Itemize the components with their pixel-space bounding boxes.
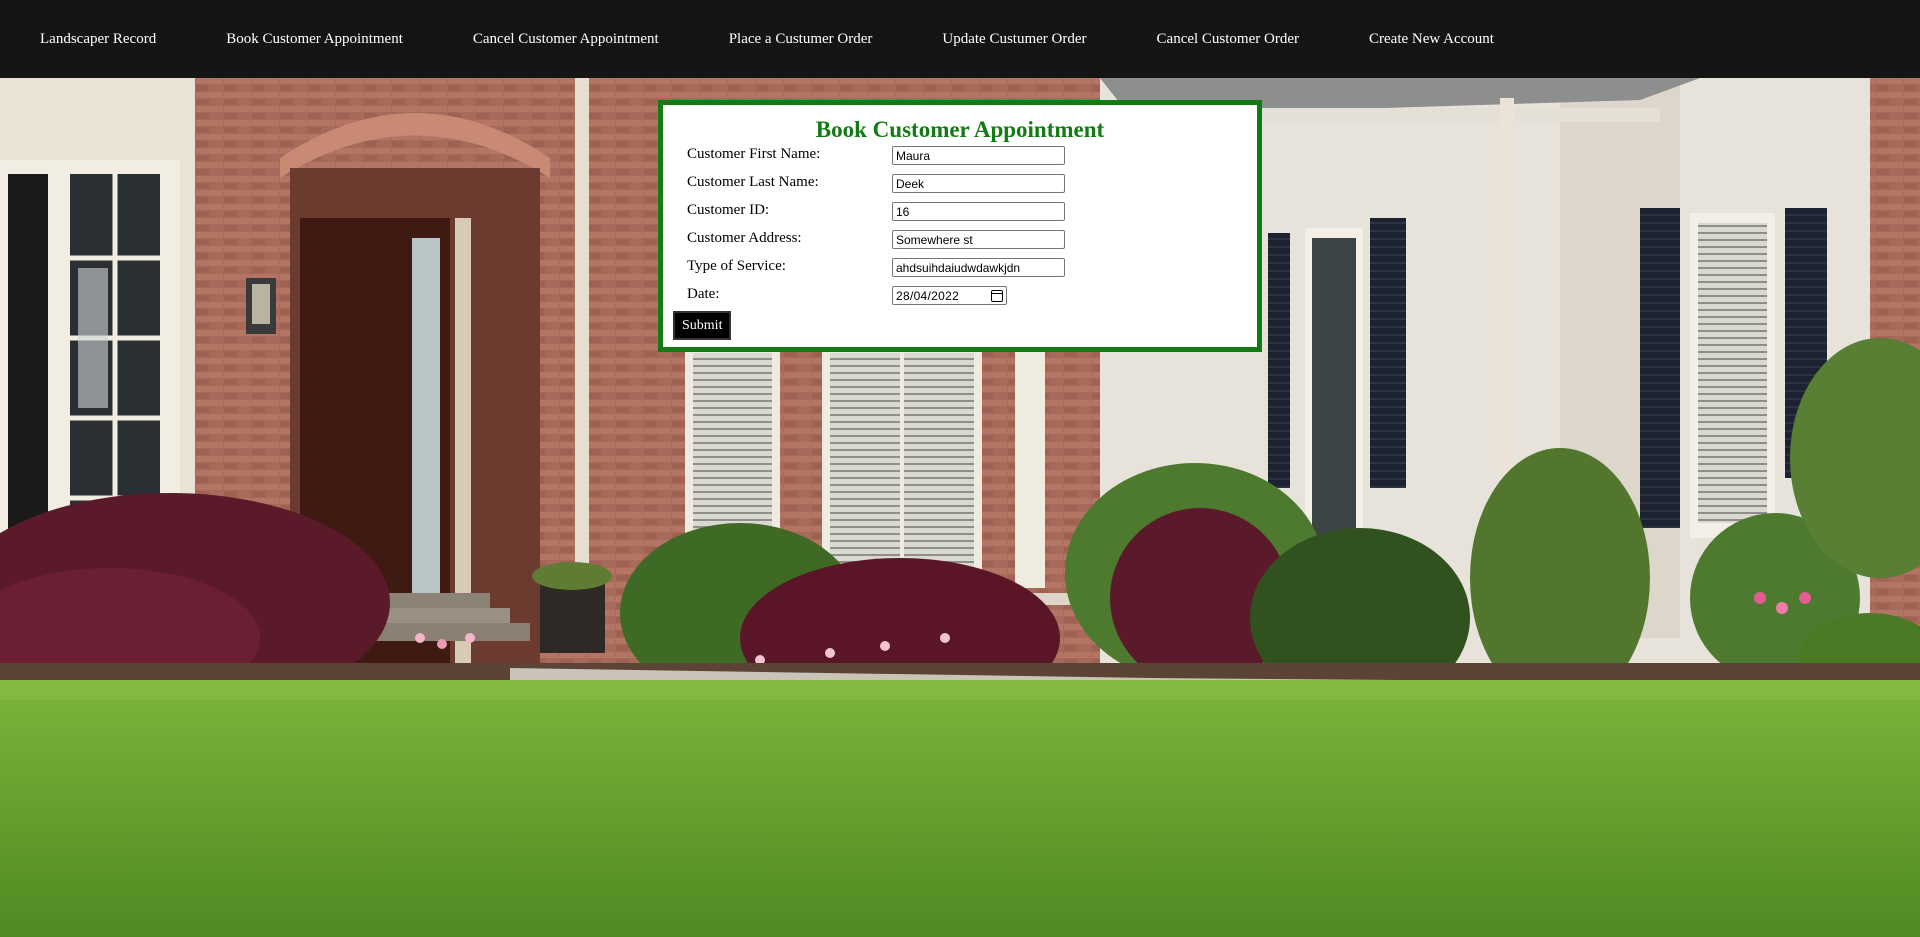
customer-address-input[interactable] bbox=[892, 230, 1065, 249]
submit-button[interactable]: Submit bbox=[673, 311, 732, 340]
nav-book-customer-appointment[interactable]: Book Customer Appointment bbox=[226, 31, 403, 48]
calendar-icon[interactable] bbox=[991, 289, 1003, 302]
nav-landscaper-record[interactable]: Landscaper Record bbox=[40, 31, 156, 48]
date-input[interactable]: 28/04/2022 bbox=[892, 286, 1007, 305]
nav-cancel-customer-appointment[interactable]: Cancel Customer Appointment bbox=[473, 31, 659, 48]
last-name-label: Customer Last Name: bbox=[687, 174, 819, 190]
date-label: Date: bbox=[687, 286, 720, 302]
service-type-input[interactable] bbox=[892, 258, 1065, 277]
service-type-label: Type of Service: bbox=[687, 258, 786, 274]
nav-cancel-customer-order[interactable]: Cancel Customer Order bbox=[1157, 31, 1299, 48]
last-name-input[interactable] bbox=[892, 174, 1065, 193]
book-appointment-form: Book Customer Appointment Customer First… bbox=[658, 100, 1262, 352]
nav-create-new-account[interactable]: Create New Account bbox=[1369, 31, 1494, 48]
first-name-label: Customer First Name: bbox=[687, 146, 821, 162]
date-value: 28/04/2022 bbox=[896, 288, 960, 303]
nav-update-customer-order[interactable]: Update Custumer Order bbox=[942, 31, 1086, 48]
customer-id-label: Customer ID: bbox=[687, 202, 770, 218]
customer-id-input[interactable] bbox=[892, 202, 1065, 221]
first-name-input[interactable] bbox=[892, 146, 1065, 165]
nav-place-customer-order[interactable]: Place a Custumer Order bbox=[729, 31, 873, 48]
form-title: Book Customer Appointment bbox=[815, 117, 1105, 142]
customer-address-label: Customer Address: bbox=[687, 230, 802, 246]
top-nav: Landscaper Record Book Customer Appointm… bbox=[0, 0, 1920, 78]
